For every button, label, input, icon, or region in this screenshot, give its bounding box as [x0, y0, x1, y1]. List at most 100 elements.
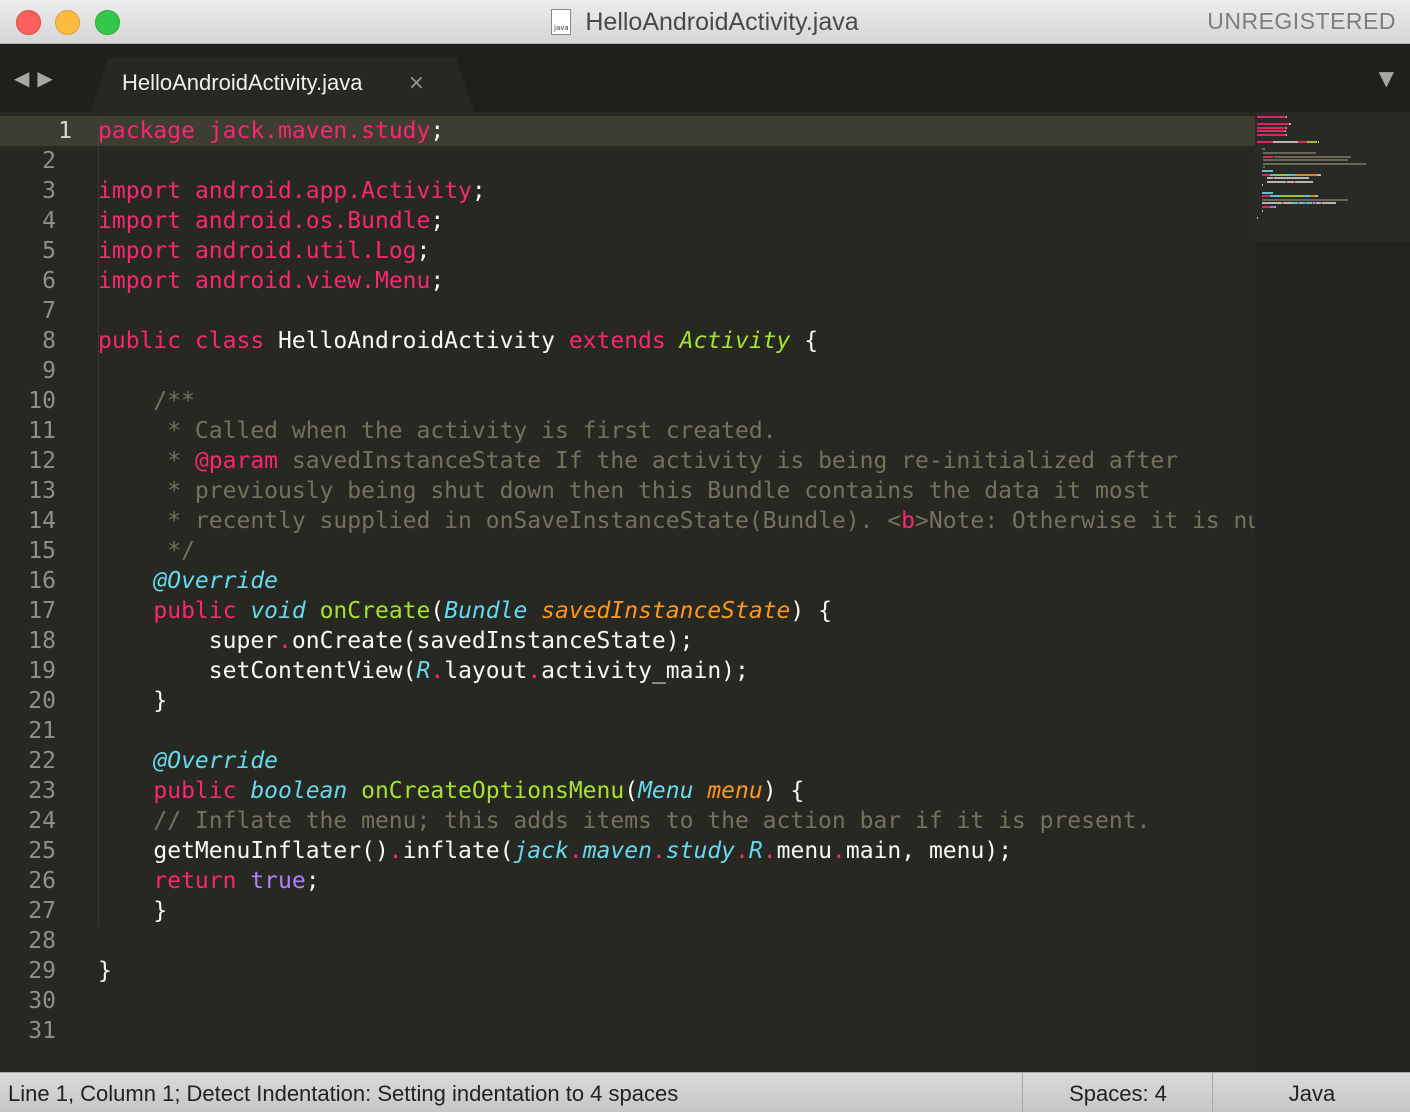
minimap-token [1261, 202, 1283, 205]
code-token: { [790, 328, 819, 354]
line-number-gutter[interactable]: 1 2 3 4 5 6 7 8 9 10 11 12 13 14 15 16 17 18 19 20 21 22 23 24 2… [0, 116, 86, 1046]
tab-hello-android-activity[interactable]: HelloAndroidActivity.java × [90, 58, 474, 112]
minimap-token [1279, 123, 1290, 126]
code-text-area[interactable]: package jack.maven.study; import android… [98, 116, 1255, 1056]
syntax-selector[interactable]: Java [1214, 1081, 1410, 1107]
code-token: Activity [361, 178, 472, 204]
minimap-token [1257, 123, 1266, 126]
line-number: 4 [42, 208, 56, 234]
code-token: } [98, 898, 168, 924]
code-token: setContentView( [98, 658, 417, 684]
minimap[interactable] [1255, 112, 1410, 1072]
minimap-token [1275, 206, 1277, 208]
line-number: 29 [28, 958, 56, 984]
code-line: * recently supplied in onSaveInstanceSta… [98, 506, 1255, 536]
minimap-token [1314, 195, 1319, 198]
code-line: * @param savedInstanceState If the activ… [98, 446, 1255, 476]
code-line: public boolean onCreateOptionsMenu(Menu … [98, 776, 1255, 806]
code-line: public void onCreate(Bundle savedInstanc… [98, 596, 1255, 626]
status-message: Line 1, Column 1; Detect Indentation: Se… [8, 1081, 679, 1106]
code-token: . [264, 118, 279, 144]
code-token: . [291, 238, 306, 264]
code-token: Bundle [444, 598, 542, 624]
code-token: >Note: Otherwise it is null.</b> [915, 508, 1255, 534]
code-token: . [430, 658, 445, 684]
line-number: 14 [28, 508, 56, 534]
code-editor[interactable]: 1 2 3 4 5 6 7 8 9 10 11 12 13 14 15 16 17 18 19 20 21 22 23 24 2… [0, 112, 1410, 1072]
minimap-token [1265, 155, 1273, 158]
code-token: menu [707, 778, 763, 804]
minimap-token [1261, 170, 1273, 172]
code-line: @Override [98, 566, 1255, 596]
window-title: HelloAndroidActivity.java [585, 7, 859, 36]
line-number: 15 [28, 538, 56, 564]
minimap-token [1317, 173, 1321, 176]
code-token: . [651, 838, 666, 864]
code-line: } [98, 896, 1255, 926]
code-token: maven [278, 118, 348, 144]
code-token: . [361, 238, 375, 264]
minimap-token [1263, 166, 1266, 169]
code-token: return [153, 868, 251, 894]
minimap-token [1273, 177, 1309, 180]
minimize-window-button[interactable] [55, 10, 80, 35]
code-token: Log [374, 238, 417, 264]
minimap-token [1295, 180, 1314, 183]
minimap-token [1283, 202, 1293, 205]
minimap-token [1257, 126, 1266, 129]
code-token: main, menu); [845, 838, 1013, 864]
code-token: R [748, 838, 763, 864]
minimap-token [1261, 209, 1263, 212]
minimap-token [1257, 216, 1259, 219]
line-number: 6 [42, 268, 56, 294]
code-line: @Override [98, 746, 1255, 776]
forward-arrow-icon[interactable]: ▶ [37, 66, 60, 90]
code-line: */ [98, 536, 1255, 566]
line-number: 18 [28, 628, 56, 654]
code-token: } [98, 688, 168, 714]
code-token: menu [776, 838, 833, 864]
code-token: */ [98, 538, 195, 564]
indentation-selector[interactable]: Spaces: 4 [1024, 1081, 1212, 1107]
line-number: 10 [28, 388, 56, 414]
close-window-button[interactable] [16, 10, 41, 35]
code-token: . [832, 838, 846, 864]
line-number: 13 [28, 478, 56, 504]
minimap-token [1265, 126, 1274, 129]
code-token: jack [513, 838, 569, 864]
code-token: true [250, 868, 306, 894]
code-line: public class HelloAndroidActivity extend… [98, 326, 1255, 356]
back-arrow-icon[interactable]: ◀ [14, 66, 37, 90]
code-token: ; [305, 868, 320, 894]
line-number: 17 [28, 598, 56, 624]
code-token: ; [430, 268, 445, 294]
line-number: 30 [28, 988, 56, 1014]
minimap-token [1327, 162, 1367, 165]
code-token: ) { [790, 598, 832, 624]
close-tab-icon[interactable]: × [408, 70, 425, 94]
minimap-token [1261, 206, 1271, 208]
minimap-token [1285, 134, 1287, 136]
code-token: . [291, 268, 306, 294]
code-token: inflate( [402, 838, 514, 864]
tab-dropdown-icon[interactable]: ▼ [1379, 66, 1394, 90]
code-token: onCreate [319, 598, 431, 624]
code-token: * Called when the activity is first crea… [98, 418, 777, 444]
line-number: 23 [28, 778, 56, 804]
zoom-window-button[interactable] [95, 10, 120, 35]
code-token: public class [98, 328, 279, 354]
code-token: savedInstanceState [541, 598, 791, 624]
code-token: . [388, 838, 403, 864]
minimap-token [1261, 184, 1263, 187]
code-line: import android.view.Menu; [98, 266, 1255, 296]
code-line: } [98, 686, 1255, 716]
code-token: . [347, 118, 362, 144]
line-number: 27 [28, 898, 56, 924]
minimap-token [1285, 126, 1287, 129]
code-token: import [98, 268, 195, 294]
java-file-icon: java [551, 9, 572, 35]
minimap-token [1318, 141, 1320, 144]
